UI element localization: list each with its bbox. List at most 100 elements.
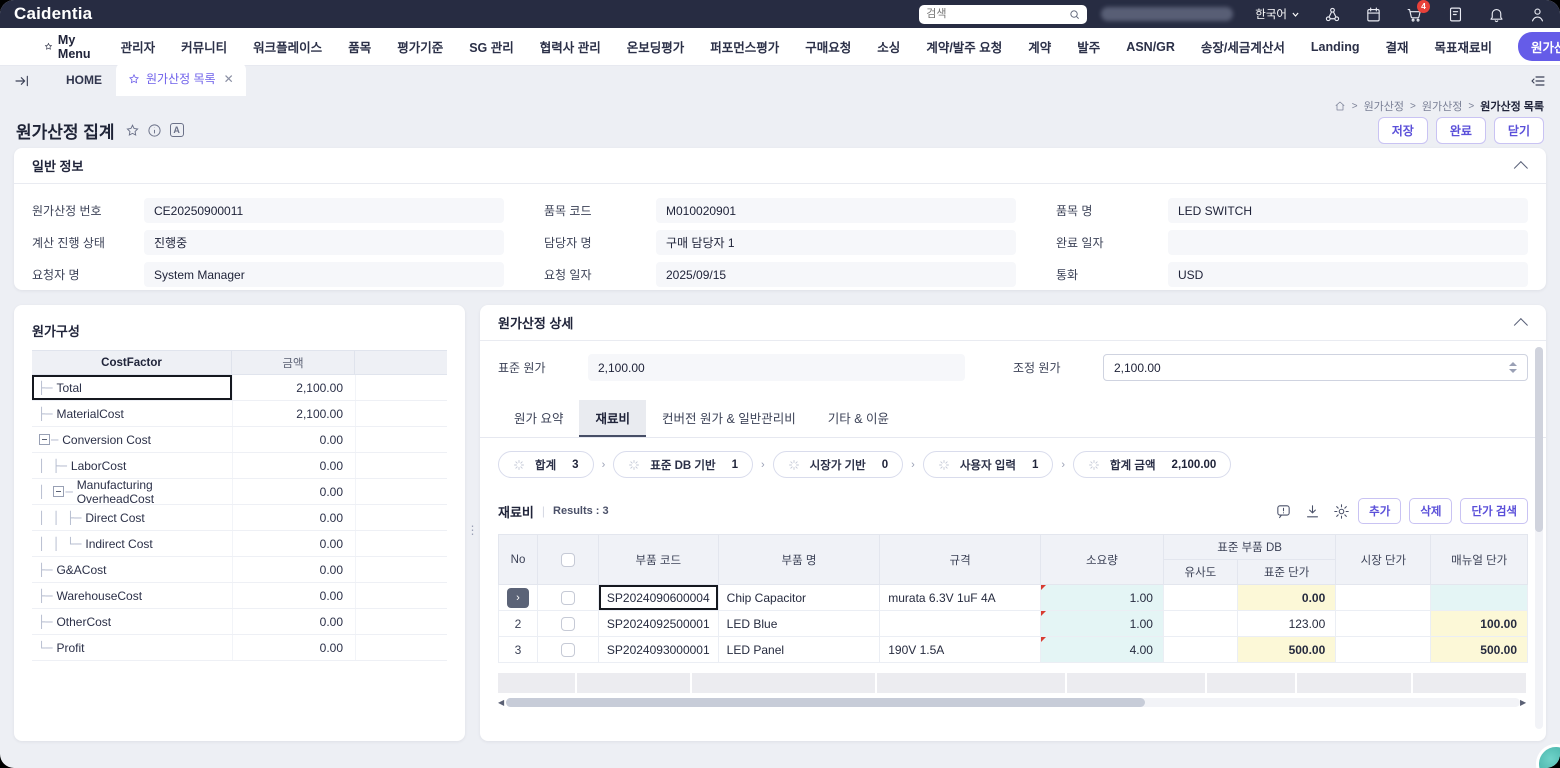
menu-item[interactable]: 온보딩평가 — [627, 37, 685, 56]
menu-item[interactable]: 품목 — [348, 37, 371, 56]
material-row[interactable]: 3 SP2024093000001 LED Panel 190V 1.5A 4.… — [499, 637, 1528, 663]
my-menu[interactable]: My Menu — [44, 33, 95, 61]
requester-name-field[interactable]: System Manager — [144, 262, 504, 287]
scrollbar-track[interactable] — [506, 698, 1520, 707]
network-icon[interactable] — [1324, 6, 1341, 23]
qty-cell[interactable]: 1.00 — [1040, 585, 1163, 611]
row-checkbox[interactable] — [561, 617, 575, 631]
gear-icon[interactable] — [1333, 503, 1350, 520]
part-name-cell[interactable]: LED Blue — [718, 611, 880, 637]
select-all-checkbox[interactable] — [561, 553, 575, 567]
menu-item[interactable]: 커뮤니티 — [181, 37, 227, 56]
favorite-star-icon[interactable] — [125, 122, 141, 138]
row-checkbox[interactable] — [561, 591, 575, 605]
menu-item[interactable]: 구매요청 — [805, 37, 851, 56]
tab-home[interactable]: HOME — [52, 65, 116, 96]
pill-total-amount[interactable]: 합계 금액 2,100.00 — [1073, 451, 1231, 478]
col-header-part-name[interactable]: 부품 명 — [718, 535, 880, 585]
comment-icon[interactable] — [1275, 503, 1292, 520]
spec-cell[interactable]: 190V 1.5A — [880, 637, 1041, 663]
brand-logo[interactable]: Caidentia — [14, 4, 92, 24]
scroll-right-arrow[interactable]: ▶ — [1520, 698, 1528, 707]
menu-item[interactable]: 발주 — [1077, 37, 1100, 56]
tree-collapse-icon[interactable] — [53, 486, 64, 497]
pill-std-db[interactable]: 표준 DB 기반 1 — [613, 451, 753, 478]
std-price-cell[interactable]: 0.00 — [1237, 585, 1335, 611]
menu-item[interactable]: 계약/발주 요청 — [926, 37, 1002, 56]
menu-item-active[interactable]: 원가산정 — [1518, 32, 1560, 61]
calendar-icon[interactable] — [1365, 6, 1382, 23]
menu-item[interactable]: 목표재료비 — [1435, 37, 1493, 56]
cost-tree-row[interactable]: OtherCost 0.00 — [32, 609, 447, 635]
vertical-scrollbar[interactable] — [1535, 347, 1543, 729]
price-search-button[interactable]: 단가 검색 — [1460, 498, 1528, 524]
horizontal-scrollbar[interactable]: ◀ ▶ — [498, 697, 1528, 707]
col-header-no[interactable]: No — [499, 535, 538, 585]
bell-icon[interactable] — [1488, 6, 1505, 23]
close-button[interactable]: 닫기 — [1494, 117, 1544, 144]
pill-market-price[interactable]: 시장가 기반 0 — [773, 451, 904, 478]
item-code-field[interactable]: M010020901 — [656, 198, 1016, 223]
estimate-number-field[interactable]: CE20250900011 — [144, 198, 504, 223]
complete-date-field[interactable] — [1168, 230, 1528, 255]
col-header-similarity[interactable]: 유사도 — [1163, 560, 1237, 585]
market-price-cell[interactable] — [1336, 611, 1431, 637]
cost-tree-row[interactable]: MaterialCost 2,100.00 — [32, 401, 447, 427]
menu-item[interactable]: 퍼포먼스평가 — [710, 37, 779, 56]
menu-item[interactable]: 송장/세금계산서 — [1201, 37, 1285, 56]
col-header-manual-price[interactable]: 매뉴얼 단가 — [1431, 535, 1528, 585]
item-name-field[interactable]: LED SWITCH — [1168, 198, 1528, 223]
user-icon[interactable] — [1529, 6, 1546, 23]
manual-price-cell[interactable]: 100.00 — [1431, 611, 1528, 637]
menu-item[interactable]: 계약 — [1028, 37, 1051, 56]
download-icon[interactable] — [1304, 503, 1321, 520]
part-name-cell[interactable]: Chip Capacitor — [718, 585, 880, 611]
panel-splitter-handle[interactable]: ⋮ — [467, 518, 477, 542]
std-price-cell[interactable]: 123.00 — [1237, 611, 1335, 637]
part-name-cell[interactable]: LED Panel — [718, 637, 880, 663]
material-row[interactable]: 2 SP2024092500001 LED Blue 1.00 123.00 1… — [499, 611, 1528, 637]
number-stepper[interactable] — [1509, 362, 1517, 373]
collapse-tabs-icon[interactable] — [1530, 73, 1546, 89]
scrollbar-thumb[interactable] — [506, 698, 1145, 707]
tree-collapse-icon[interactable] — [39, 434, 50, 445]
manual-price-cell[interactable]: 500.00 — [1431, 637, 1528, 663]
manual-price-cell[interactable] — [1431, 585, 1528, 611]
part-code-cell[interactable]: SP2024092500001 — [598, 611, 718, 637]
row-checkbox[interactable] — [561, 643, 575, 657]
menu-item[interactable]: 협력사 관리 — [540, 37, 601, 56]
col-header-part-code[interactable]: 부품 코드 — [598, 535, 718, 585]
market-price-cell[interactable] — [1336, 637, 1431, 663]
assistant-fab[interactable] — [1536, 744, 1560, 768]
cost-tree-row[interactable]: Total 2,100.00 — [32, 375, 447, 401]
row-expand-button[interactable]: › — [507, 588, 529, 608]
spec-cell[interactable]: murata 6.3V 1uF 4A — [880, 585, 1041, 611]
menu-item[interactable]: 관리자 — [121, 37, 156, 56]
info-icon[interactable] — [147, 122, 163, 138]
cost-tree-row[interactable]: Indirect Cost 0.00 — [32, 531, 447, 557]
calc-status-field[interactable]: 진행중 — [144, 230, 504, 255]
home-icon[interactable] — [1334, 100, 1346, 112]
pill-user-input[interactable]: 사용자 입력 1 — [923, 451, 1054, 478]
cart-icon[interactable]: 4 — [1406, 6, 1423, 23]
standard-cost-field[interactable]: 2,100.00 — [588, 354, 965, 381]
qty-cell[interactable]: 1.00 — [1040, 611, 1163, 637]
col-header-checkbox[interactable] — [538, 535, 599, 585]
currency-field[interactable]: USD — [1168, 262, 1528, 287]
market-price-cell[interactable] — [1336, 585, 1431, 611]
add-row-button[interactable]: 추가 — [1358, 498, 1401, 524]
menu-item[interactable]: 결재 — [1386, 37, 1409, 56]
tab-close-icon[interactable]: ✕ — [224, 72, 234, 86]
menu-item[interactable]: 소싱 — [877, 37, 900, 56]
col-header-market-price[interactable]: 시장 단가 — [1336, 535, 1431, 585]
adjusted-cost-field[interactable]: 2,100.00 — [1103, 354, 1528, 381]
request-date-field[interactable]: 2025/09/15 — [656, 262, 1016, 287]
cost-tree-row[interactable]: Manufacturing OverheadCost 0.00 — [32, 479, 447, 505]
similarity-cell[interactable] — [1163, 585, 1237, 611]
collapse-section-icon[interactable] — [1514, 318, 1528, 332]
similarity-cell[interactable] — [1163, 637, 1237, 663]
scroll-left-arrow[interactable]: ◀ — [498, 698, 506, 707]
spec-cell[interactable] — [880, 611, 1041, 637]
complete-button[interactable]: 완료 — [1436, 117, 1486, 144]
col-header-spec[interactable]: 규격 — [880, 535, 1041, 585]
